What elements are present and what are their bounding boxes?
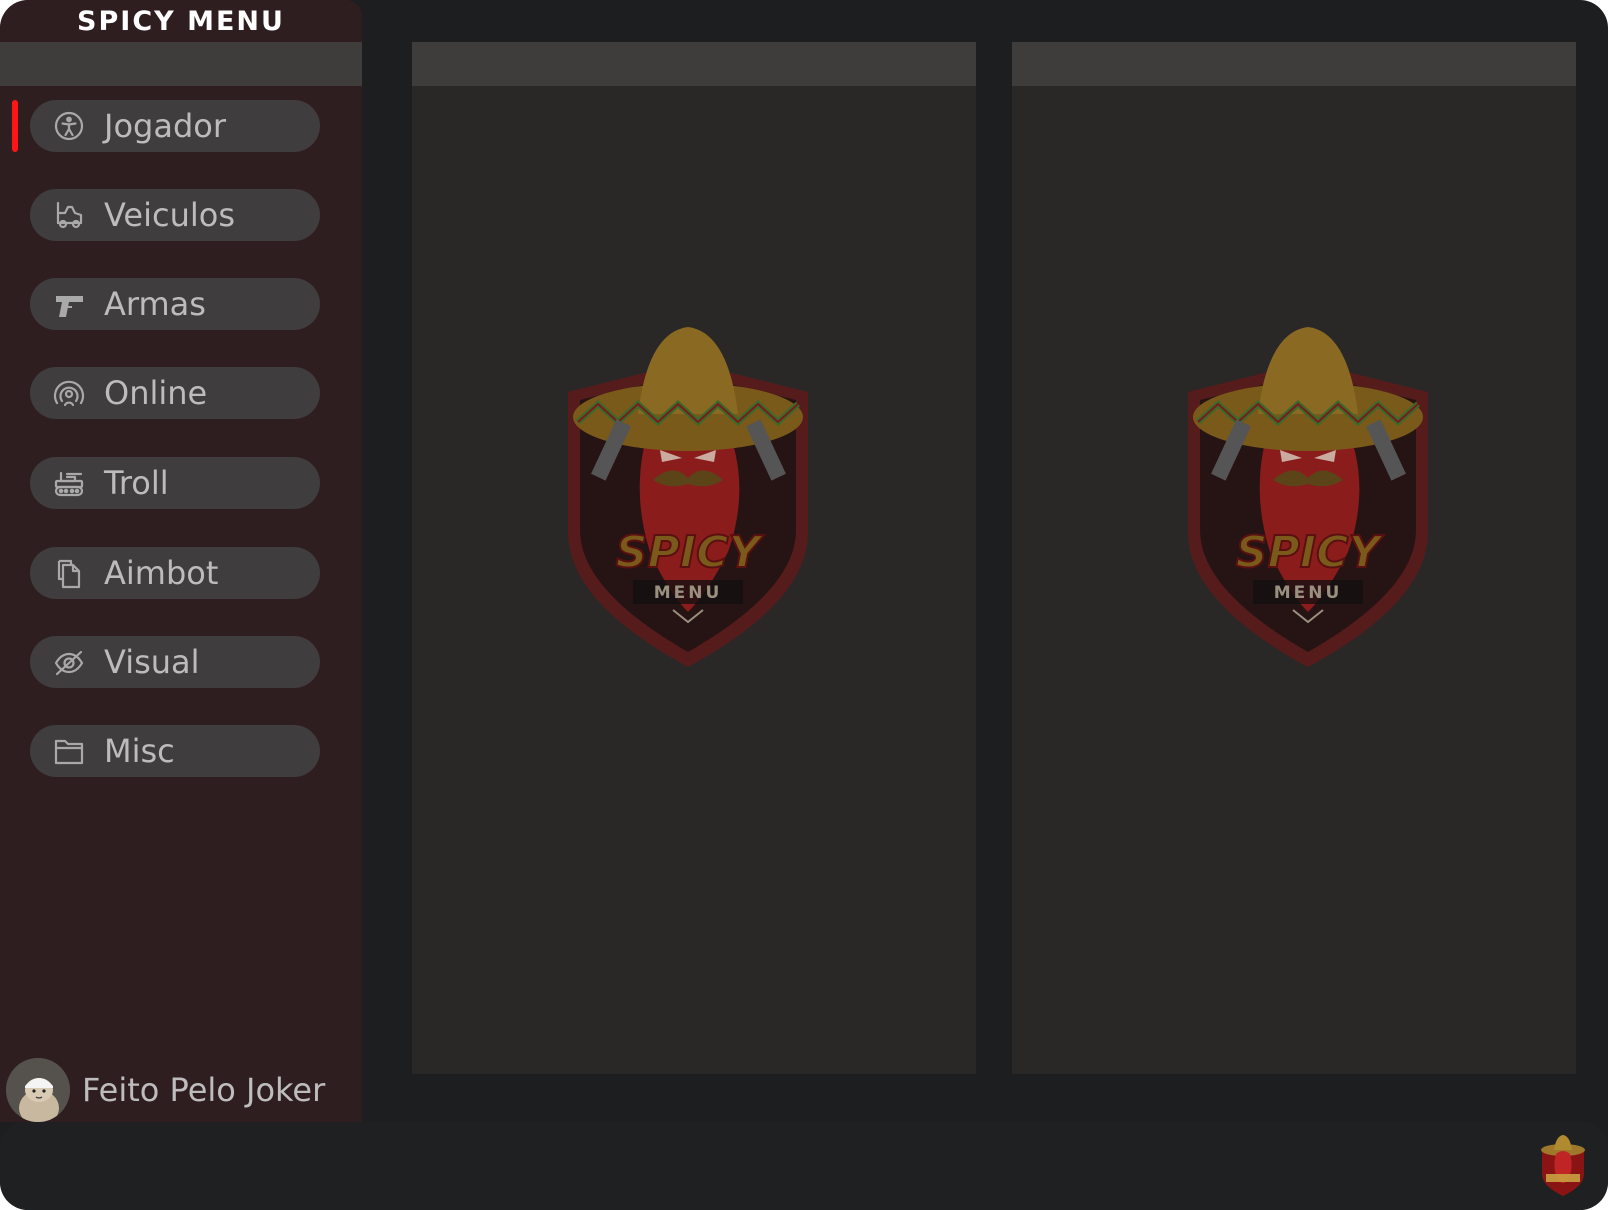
- broadcast-icon: [52, 376, 86, 410]
- sidebar-item-label: Aimbot: [104, 554, 219, 592]
- app-title: SPICY MENU: [77, 5, 285, 37]
- bottom-bar: [0, 1122, 1608, 1210]
- gun-icon: [52, 287, 86, 321]
- sidebar-item-troll[interactable]: Troll: [30, 457, 320, 509]
- logo-word: SPICY: [616, 527, 765, 578]
- sidebar-item-armas[interactable]: Armas: [30, 278, 320, 330]
- eye-off-icon: [52, 645, 86, 679]
- sidebar-item-misc[interactable]: Misc: [30, 725, 320, 777]
- corner-logo: [1538, 1134, 1588, 1198]
- sidebar-item-label: Online: [104, 374, 208, 412]
- sidebar-item-label: Jogador: [104, 107, 226, 145]
- sidebar-item-visual[interactable]: Visual: [30, 636, 320, 688]
- sidebar-item-veiculos[interactable]: Veiculos: [30, 189, 320, 241]
- accessibility-icon: [52, 109, 86, 143]
- sidebar-item-label: Visual: [104, 643, 200, 681]
- content-panel-right: SPICY MENU: [1012, 42, 1576, 1074]
- tank-icon: [52, 466, 86, 500]
- active-tab-indicator: [12, 100, 18, 152]
- sidebar-item-label: Troll: [104, 464, 169, 502]
- sidebar-footer: Feito Pelo Joker: [6, 1058, 325, 1122]
- sidebar-header-strip: [0, 42, 362, 86]
- panel-header: [412, 42, 976, 86]
- folder-icon: [52, 734, 86, 768]
- spicy-menu-logo: SPICY MENU: [1178, 322, 1438, 672]
- sidebar: SPICY MENU Jogador Veiculos Armas Online…: [0, 0, 362, 1122]
- menu-window: SPICY MENU Jogador Veiculos Armas Online…: [0, 0, 1608, 1210]
- avatar: [6, 1058, 70, 1122]
- logo-sub: MENU: [1274, 583, 1343, 603]
- logo-sub: MENU: [654, 583, 723, 603]
- logo-word: SPICY: [1236, 527, 1385, 578]
- panel-header: [1012, 42, 1576, 86]
- spicy-menu-logo: SPICY MENU: [558, 322, 818, 672]
- content-panel-left: SPICY MENU: [412, 42, 976, 1074]
- copy-icon: [52, 556, 86, 590]
- credit-text: Feito Pelo Joker: [82, 1071, 326, 1109]
- sidebar-item-label: Misc: [104, 732, 175, 770]
- sidebar-item-label: Armas: [104, 285, 206, 323]
- sidebar-item-aimbot[interactable]: Aimbot: [30, 547, 320, 599]
- vehicle-icon: [52, 198, 86, 232]
- sidebar-item-label: Veiculos: [104, 196, 235, 234]
- sidebar-item-online[interactable]: Online: [30, 367, 320, 419]
- sidebar-item-jogador[interactable]: Jogador: [30, 100, 320, 152]
